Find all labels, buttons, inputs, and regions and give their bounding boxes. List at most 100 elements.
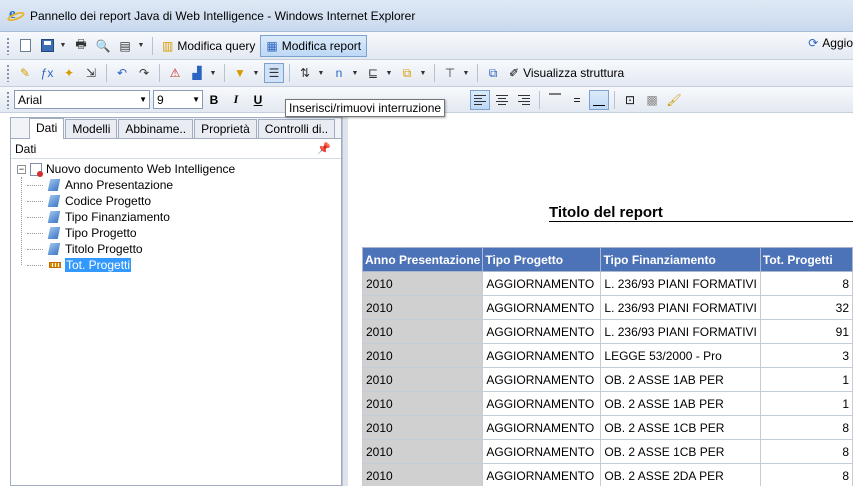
toolbar-grip[interactable] [6, 90, 10, 109]
formula-icon[interactable]: ƒx [37, 63, 57, 83]
clear-format-brush-icon[interactable]: 🖌 [664, 90, 684, 110]
table-cell[interactable]: L. 236/93 PIANI FORMATIVI [600, 271, 761, 296]
bold-button[interactable]: B [204, 90, 224, 110]
filter-dropdown-arrow-icon[interactable]: ▼ [251, 63, 261, 83]
variable-icon[interactable]: ✦ [59, 63, 79, 83]
save-dropdown-arrow-icon[interactable]: ▼ [58, 36, 68, 56]
table-cell[interactable]: 2010 [361, 463, 484, 486]
underline-button[interactable]: U [248, 90, 268, 110]
sort-icon[interactable]: ⇅ [295, 63, 315, 83]
undo-icon[interactable]: ↶ [112, 63, 132, 83]
tab-modelli[interactable]: Modelli [65, 119, 118, 138]
align-top-button[interactable]: ⎺ [545, 90, 565, 110]
tab-controlli[interactable]: Controlli di.. [257, 119, 336, 138]
table-cell[interactable]: 2010 [361, 295, 484, 320]
tree-item-tipo-finanziamento[interactable]: Tipo Finanziamento [17, 209, 341, 225]
wrap-text-icon[interactable]: ⊡ [620, 90, 640, 110]
table-cell[interactable]: AGGIORNAMENTO [482, 439, 602, 464]
align-bottom-button[interactable]: ⎽ [589, 89, 609, 110]
table-cell[interactable]: AGGIORNAMENTO [482, 319, 602, 344]
align-center-button[interactable] [492, 90, 512, 110]
redo-icon[interactable]: ↷ [134, 63, 154, 83]
chart-dropdown-arrow-icon[interactable]: ▼ [208, 63, 218, 83]
tree-item-tot-progetti[interactable]: Tot. Progetti [17, 257, 341, 273]
view-icon[interactable]: ▤ [115, 36, 135, 56]
tab-abbinamenti[interactable]: Abbiname.. [118, 119, 194, 138]
column-header[interactable]: Tipo Finanziamento [600, 247, 761, 272]
table-cell[interactable]: AGGIORNAMENTO [482, 295, 602, 320]
table-cell[interactable]: 8 [759, 415, 853, 440]
new-document-icon[interactable] [15, 36, 35, 56]
table-cell[interactable]: 32 [759, 295, 853, 320]
toolbar-grip[interactable] [6, 36, 10, 55]
column-header[interactable]: Tot. Progetti [759, 247, 853, 272]
tree-root[interactable]: − Nuovo documento Web Intelligence [17, 161, 341, 177]
table-cell[interactable]: AGGIORNAMENTO [482, 391, 602, 416]
sections-icon[interactable]: ⧉ [397, 63, 417, 83]
view-dropdown-arrow-icon[interactable]: ▼ [136, 36, 146, 56]
table-cell[interactable]: 1 [759, 391, 853, 416]
table-cell[interactable]: 2010 [361, 367, 484, 392]
table-cell[interactable]: 8 [759, 271, 853, 296]
insert-cell-icon[interactable]: ✎ [15, 63, 35, 83]
align-right-button[interactable] [514, 90, 534, 110]
table-cell[interactable]: L. 236/93 PIANI FORMATIVI [600, 319, 761, 344]
tree-item-anno-presentazione[interactable]: Anno Presentazione [17, 177, 341, 193]
print-icon[interactable]: 🖶 [71, 36, 91, 56]
table-cell[interactable]: 2010 [361, 415, 484, 440]
chart-icon[interactable]: ▟ [187, 63, 207, 83]
page-break-icon[interactable]: ☰ [264, 63, 284, 83]
group-icon[interactable]: ⊑ [363, 63, 383, 83]
pin-icon[interactable]: 📌 [317, 142, 331, 155]
table-cell[interactable]: 2010 [361, 343, 484, 368]
filter-icon[interactable]: ▼ [230, 63, 250, 83]
visualizza-struttura-button[interactable]: ✐ Visualizza struttura [504, 62, 629, 84]
find-icon[interactable]: 🔍 [93, 36, 113, 56]
table-cell[interactable]: AGGIORNAMENTO [482, 343, 602, 368]
table-cell[interactable]: 3 [759, 343, 853, 368]
background-color-icon[interactable]: ▩ [642, 90, 662, 110]
column-header[interactable]: Tipo Progetto [482, 247, 602, 272]
outline-dropdown-arrow-icon[interactable]: ▼ [461, 63, 471, 83]
table-cell[interactable]: 2010 [361, 439, 484, 464]
table-cell[interactable]: OB. 2 ASSE 1AB PER [600, 391, 761, 416]
format-painter-icon[interactable]: ⇲ [81, 63, 101, 83]
tab-proprieta[interactable]: Proprietà [194, 119, 257, 138]
table-cell[interactable]: AGGIORNAMENTO [482, 415, 602, 440]
tree-item-titolo-progetto[interactable]: Titolo Progetto [17, 241, 341, 257]
tree-item-tipo-progetto[interactable]: Tipo Progetto [17, 225, 341, 241]
table-cell[interactable]: AGGIORNAMENTO [482, 271, 602, 296]
ranking-icon[interactable]: n [329, 63, 349, 83]
table-cell[interactable]: LEGGE 53/2000 - Pro [600, 343, 761, 368]
table-cell[interactable]: OB. 2 ASSE 1CB PER [600, 415, 761, 440]
table-cell[interactable]: OB. 2 ASSE 2DA PER [600, 463, 761, 486]
table-cell[interactable]: OB. 2 ASSE 1CB PER [600, 439, 761, 464]
table-cell[interactable]: OB. 2 ASSE 1AB PER [600, 367, 761, 392]
report-table[interactable]: Anno Presentazione Tipo Progetto Tipo Fi… [361, 247, 853, 486]
ranking-dropdown-arrow-icon[interactable]: ▼ [350, 63, 360, 83]
table-cell[interactable]: L. 236/93 PIANI FORMATIVI [600, 295, 761, 320]
table-cell[interactable]: AGGIORNAMENTO [482, 463, 602, 486]
toolbar-grip[interactable] [6, 64, 10, 82]
refresh-button[interactable]: ⟳ Aggio [808, 36, 853, 50]
group-dropdown-arrow-icon[interactable]: ▼ [384, 63, 394, 83]
outline-icon[interactable]: ⊤ [440, 63, 460, 83]
table-cell[interactable]: 2010 [361, 391, 484, 416]
sort-dropdown-arrow-icon[interactable]: ▼ [316, 63, 326, 83]
report-title[interactable]: Titolo del report [549, 204, 663, 221]
table-cell[interactable]: 1 [759, 367, 853, 392]
sections-dropdown-arrow-icon[interactable]: ▼ [418, 63, 428, 83]
modifica-query-button[interactable]: ▥ Modifica query [157, 35, 260, 57]
collapse-icon[interactable]: − [17, 164, 26, 174]
modifica-report-button[interactable]: ▦ Modifica report [260, 34, 368, 57]
copy-icon[interactable]: ⧉ [483, 63, 503, 83]
table-cell[interactable]: 2010 [361, 271, 484, 296]
table-cell[interactable]: 8 [759, 463, 853, 486]
tab-dati[interactable]: Dati [29, 118, 65, 139]
italic-button[interactable]: I [226, 90, 246, 110]
font-name-select[interactable]: Arial ▼ [14, 90, 150, 109]
tree-item-codice-progetto[interactable]: Codice Progetto [17, 193, 341, 209]
save-icon[interactable] [37, 36, 57, 56]
panel-splitter[interactable] [342, 117, 348, 486]
alert-icon[interactable]: ⚠ [165, 63, 185, 83]
